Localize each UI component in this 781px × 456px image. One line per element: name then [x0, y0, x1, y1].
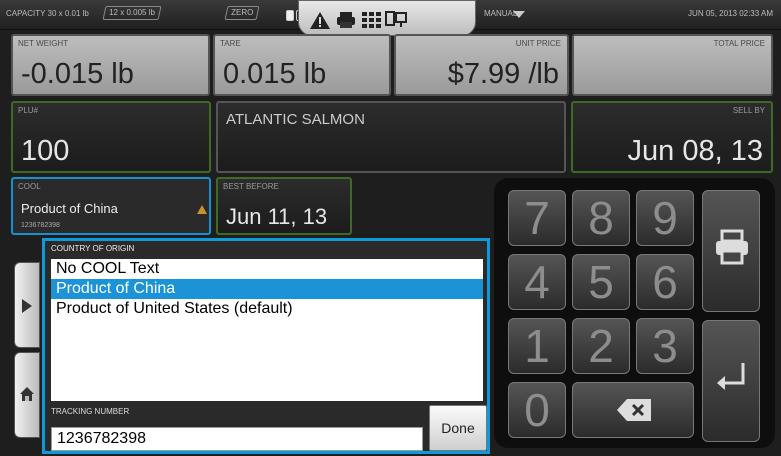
plu-value: 100	[21, 135, 70, 167]
tracking-number-label: TRACKING NUMBER	[51, 407, 130, 416]
plu-label: PLU#	[18, 106, 39, 115]
print-button[interactable]	[702, 190, 760, 312]
backspace-button[interactable]	[572, 382, 694, 438]
sell-by-value: Jun 08, 13	[627, 135, 763, 167]
enter-icon	[717, 363, 745, 390]
center-status-tab	[298, 0, 476, 36]
unit-price-label: UNIT PRICE	[515, 39, 561, 48]
key-7[interactable]: 7	[508, 190, 566, 246]
key-3[interactable]: 3	[636, 318, 694, 374]
key-4[interactable]: 4	[508, 254, 566, 310]
status-bar: CAPACITY 30 x 0.01 lb 12 x 0.005 lb ZERO…	[0, 0, 781, 36]
product-description: ATLANTIC SALMON	[226, 111, 365, 128]
dialog-title: COUNTRY OF ORIGIN	[51, 244, 135, 253]
key-5[interactable]: 5	[572, 254, 630, 310]
enter-button[interactable]	[702, 320, 760, 442]
key-1[interactable]: 1	[508, 318, 566, 374]
list-item[interactable]: Product of United States (default)	[51, 299, 483, 319]
cool-value: Product of China	[21, 201, 118, 216]
sell-by-panel[interactable]: SELL BY Jun 08, 13	[571, 101, 773, 173]
network-icon	[385, 11, 407, 27]
numeric-keypad: 7 8 9 4 5 6 1 2 3 0	[494, 178, 775, 448]
key-6[interactable]: 6	[636, 254, 694, 310]
best-before-value: Jun 11, 13	[226, 204, 328, 229]
capacity-text: CAPACITY 30 x 0.01 lb	[6, 9, 89, 18]
cool-label: COOL	[18, 182, 41, 191]
cool-panel[interactable]: COOL Product of China 1236782398	[11, 177, 211, 235]
tare-value: 0.015 lb	[223, 58, 327, 90]
description-panel[interactable]: ATLANTIC SALMON	[216, 101, 566, 173]
key-8[interactable]: 8	[572, 190, 630, 246]
country-of-origin-dialog: COUNTRY OF ORIGIN No COOL Text Product o…	[42, 238, 490, 454]
range-badge: 12 x 0.005 lb	[102, 6, 162, 20]
key-9[interactable]: 9	[636, 190, 694, 246]
total-price-panel: TOTAL PRICE	[572, 34, 773, 96]
done-button[interactable]: Done	[429, 405, 487, 451]
expand-tab[interactable]	[14, 262, 40, 348]
warning-icon	[310, 12, 330, 29]
list-item[interactable]: Product of China	[51, 279, 483, 299]
zero-indicator: ZERO	[224, 6, 260, 20]
unit-price-panel[interactable]: UNIT PRICE $7.99 /lb	[394, 34, 569, 96]
key-2[interactable]: 2	[572, 318, 630, 374]
total-price-label: TOTAL PRICE	[713, 39, 765, 48]
grid-icon	[362, 12, 381, 28]
backspace-icon	[617, 399, 651, 421]
net-weight-panel: NET WEIGHT -0.015 lb	[11, 34, 210, 96]
home-icon	[20, 387, 34, 401]
chevron-down-icon[interactable]	[513, 11, 525, 18]
best-before-panel[interactable]: BEST BEFORE Jun 11, 13	[216, 177, 352, 235]
unit-price-value: $7.99 /lb	[447, 58, 559, 90]
tare-panel[interactable]: TARE 0.015 lb	[213, 34, 391, 96]
key-0[interactable]: 0	[508, 382, 566, 438]
list-item[interactable]: No COOL Text	[51, 259, 483, 279]
best-before-label: BEST BEFORE	[223, 182, 279, 191]
country-list[interactable]: No COOL Text Product of China Product of…	[51, 259, 483, 401]
home-tab[interactable]	[14, 352, 40, 438]
net-weight-value: -0.015 lb	[21, 58, 134, 90]
sell-by-label: SELL BY	[732, 106, 765, 115]
datetime: JUN 05, 2013 02:33 AM	[688, 9, 773, 18]
printer-icon	[337, 12, 355, 28]
warning-icon	[197, 205, 207, 214]
cool-code: 1236782398	[21, 222, 60, 229]
plu-panel[interactable]: PLU# 100	[11, 101, 211, 173]
net-weight-label: NET WEIGHT	[18, 39, 69, 48]
tracking-number-input[interactable]: 1236782398	[51, 427, 423, 451]
printer-icon	[716, 229, 748, 265]
chevron-right-icon	[22, 299, 32, 313]
tare-label: TARE	[220, 39, 241, 48]
